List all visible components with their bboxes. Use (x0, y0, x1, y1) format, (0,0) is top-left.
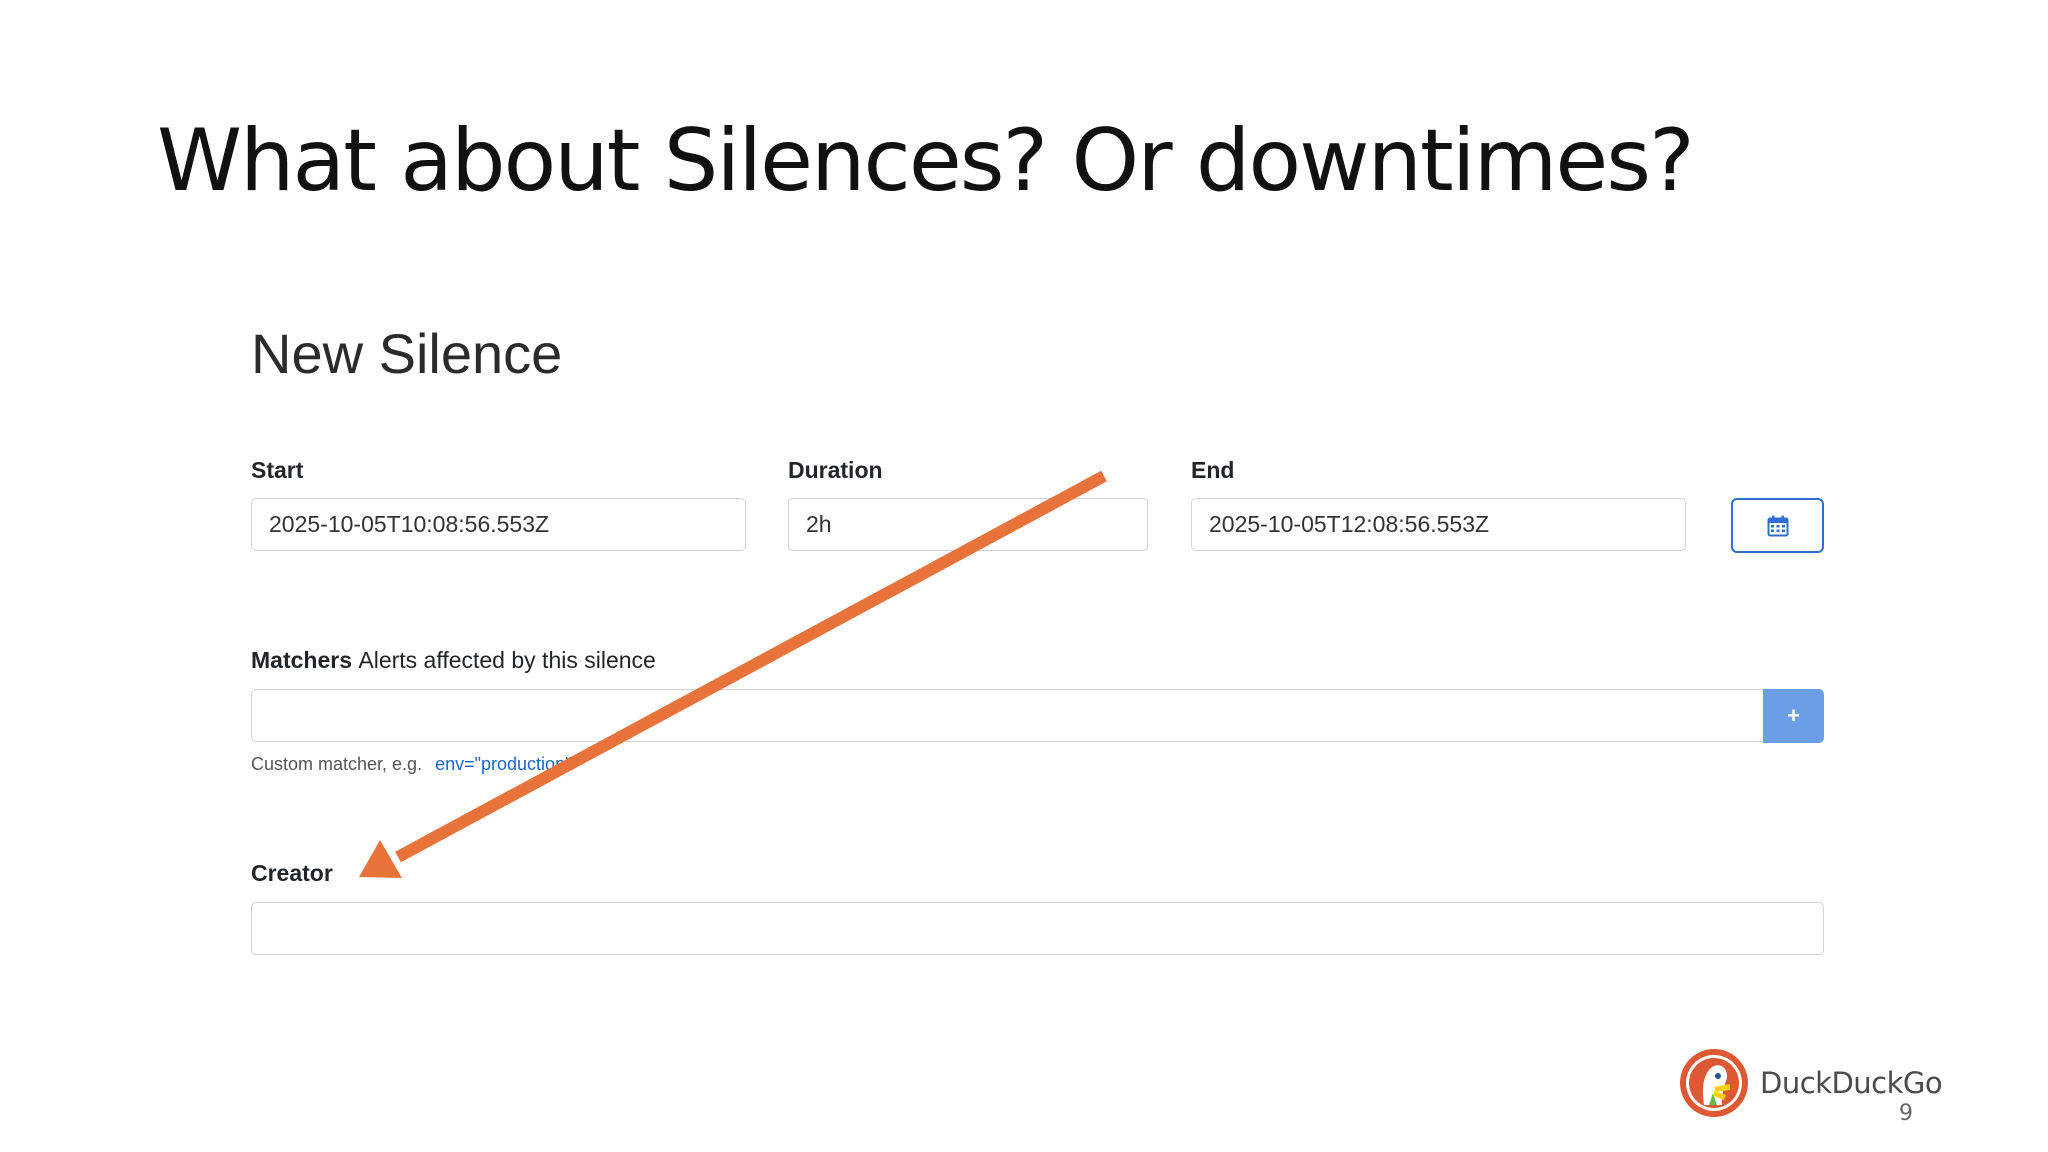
arrow-head (359, 840, 402, 878)
calendar-icon (1767, 515, 1788, 536)
matcher-example-link[interactable]: env="production" (435, 754, 571, 774)
end-input[interactable]: 2025-10-05T12:08:56.553Z (1191, 498, 1686, 551)
duckduckgo-logo-icon (1680, 1049, 1748, 1117)
page-title: New Silence (251, 322, 563, 385)
end-label: End (1191, 457, 1235, 483)
matchers-label-text: Matchers (251, 647, 352, 673)
creator-input[interactable] (251, 902, 1824, 955)
creator-label: Creator (251, 860, 333, 886)
calendar-button[interactable] (1731, 498, 1824, 553)
start-value: 2025-10-05T10:08:56.553Z (269, 511, 550, 537)
matchers-label: Matchers Alerts affected by this silence (251, 647, 656, 674)
duration-value: 2h (806, 511, 832, 537)
matchers-sublabel: Alerts affected by this silence (358, 647, 656, 673)
page-number: 9 (1899, 1101, 1913, 1126)
matcher-help: Custom matcher, e.g. env="production" (251, 754, 571, 775)
add-matcher-label: + (1787, 703, 1800, 728)
matchers-input[interactable] (251, 689, 1765, 742)
matcher-help-text: Custom matcher, e.g. (251, 754, 423, 774)
brand-name: DuckDuckGo (1760, 1066, 1943, 1100)
add-matcher-button[interactable]: + (1763, 689, 1824, 743)
slide-title: What about Silences? Or downtimes? (157, 111, 1695, 211)
start-label: Start (251, 457, 304, 483)
duration-label: Duration (788, 457, 883, 483)
duration-input[interactable]: 2h (788, 498, 1148, 551)
end-value: 2025-10-05T12:08:56.553Z (1209, 511, 1490, 537)
start-input[interactable]: 2025-10-05T10:08:56.553Z (251, 498, 746, 551)
